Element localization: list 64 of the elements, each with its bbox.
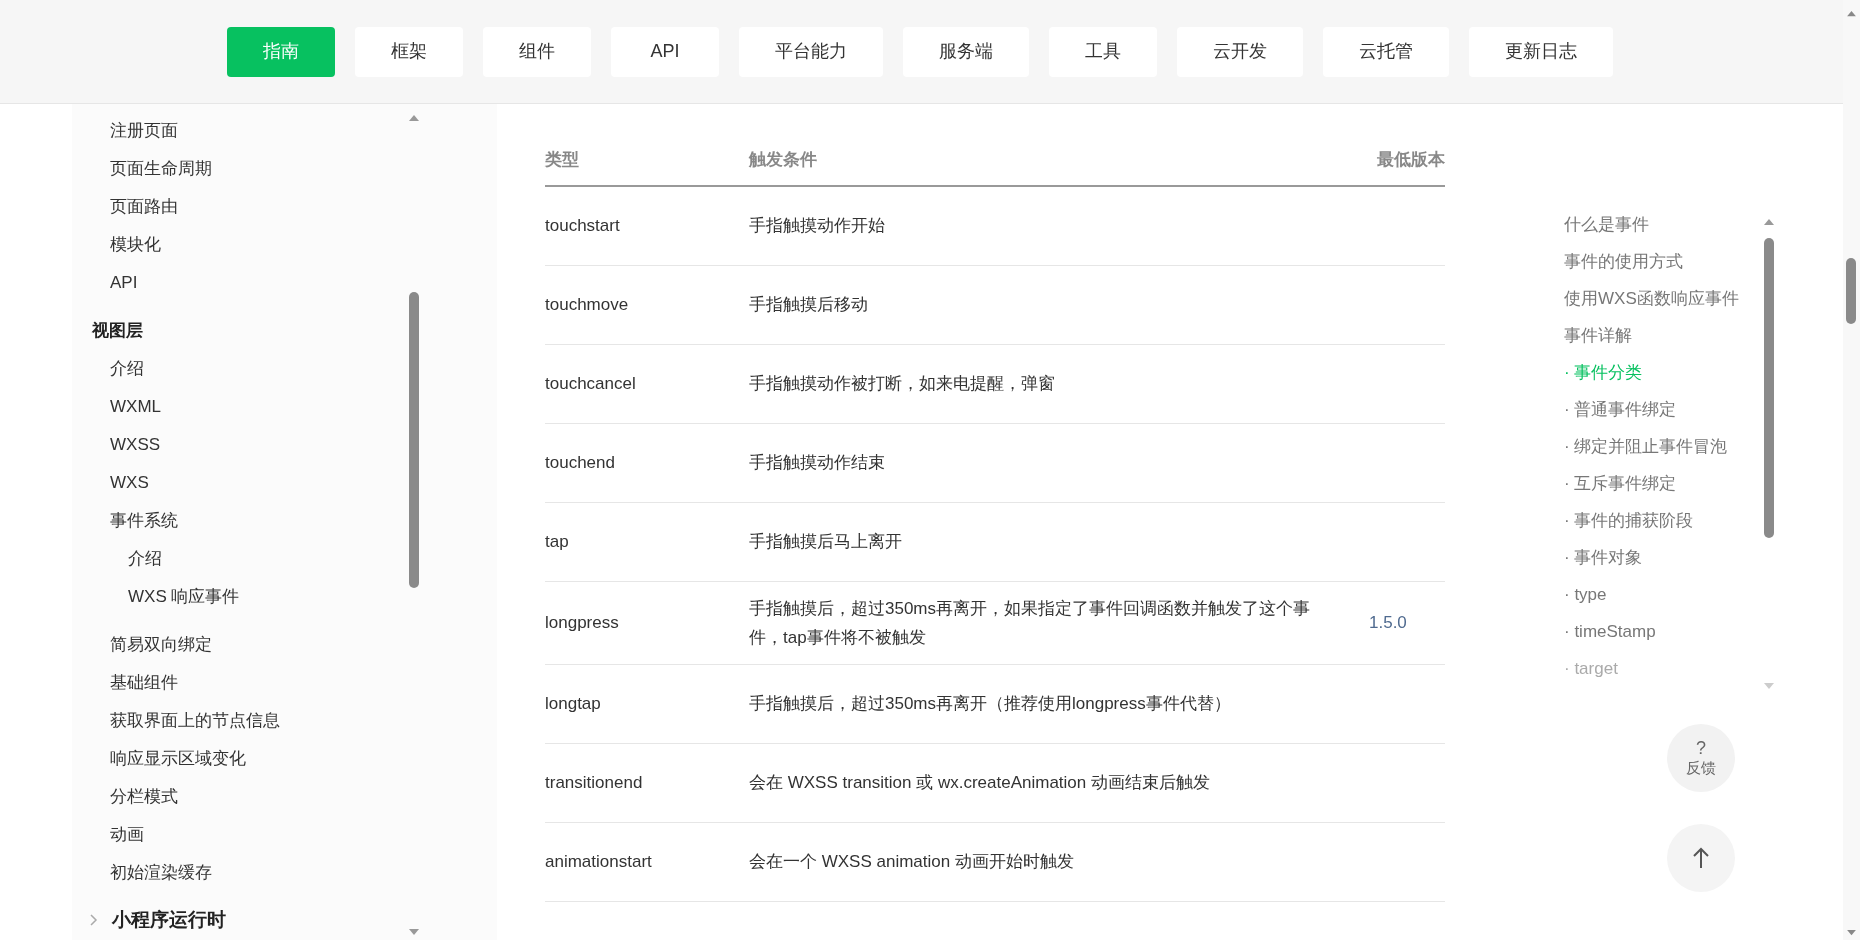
- sidebar-item[interactable]: 模块化: [74, 226, 497, 264]
- table-cell: animationstart: [545, 852, 652, 871]
- table-cell: 会在 WXSS transition 或 wx.createAnimation 动画结束后触发: [749, 773, 1210, 792]
- nav-tab[interactable]: 框架: [355, 26, 463, 77]
- sidebar-item[interactable]: 初始渲染缓存: [74, 854, 497, 892]
- table-cell: 手指触摸动作开始: [749, 216, 885, 236]
- nav-tab[interactable]: 云开发: [1177, 26, 1303, 77]
- table-cell: touchcancel: [545, 374, 636, 393]
- sidebar-item[interactable]: 事件系统: [74, 502, 497, 540]
- sidebar-item[interactable]: WXS 响应事件: [74, 578, 497, 616]
- table-cell: 手指触摸后移动: [749, 295, 868, 314]
- sidebar-item[interactable]: 页面路由: [74, 188, 497, 226]
- table-cell: 手指触摸后马上离开: [749, 532, 902, 551]
- sidebar-item[interactable]: 介绍: [74, 540, 497, 578]
- table-cell: touchstart: [545, 216, 620, 236]
- nav-tab[interactable]: 工具: [1049, 26, 1157, 77]
- table-cell: touchend: [545, 453, 615, 472]
- nav-tab[interactable]: 服务端: [903, 26, 1029, 77]
- nav-tab[interactable]: 组件: [483, 26, 591, 77]
- sidebar-item[interactable]: 分栏模式: [74, 778, 497, 816]
- table-cell: 手指触摸动作被打断，如来电提醒，弹窗: [749, 374, 1055, 393]
- table-cell: 1.5.0: [1369, 613, 1407, 632]
- sidebar-section[interactable]: 小程序运行时: [112, 905, 226, 935]
- column-header: 触发条件: [749, 149, 817, 169]
- table-cell: longtap: [545, 694, 601, 713]
- sidebar-item[interactable]: 响应显示区域变化: [74, 740, 497, 778]
- sidebar-item[interactable]: 注册页面: [74, 112, 497, 150]
- sidebar-item[interactable]: WXML: [74, 388, 497, 426]
- sidebar-item[interactable]: API: [74, 264, 497, 302]
- table-cell: 会在一个 WXSS animation 动画开始时触发: [749, 852, 1074, 871]
- table-cell: longpress: [545, 613, 619, 632]
- table-cell: 手指触摸动作结束: [749, 453, 885, 472]
- toc-link[interactable]: 什么是事件: [1564, 206, 1649, 243]
- column-header: 最低版本: [1377, 149, 1445, 169]
- toc-link[interactable]: 使用WXS函数响应事件: [1564, 280, 1739, 317]
- toc-link[interactable]: · 事件的捕获阶段: [1564, 502, 1694, 539]
- sidebar-item[interactable]: WXS: [74, 464, 497, 502]
- table-cell: transitionend: [545, 773, 643, 792]
- nav-tab[interactable]: 更新日志: [1469, 26, 1613, 77]
- column-header: 类型: [545, 149, 579, 169]
- toc-link[interactable]: · 普通事件绑定: [1564, 391, 1677, 428]
- feedback-button[interactable]: ? 反馈: [1667, 724, 1735, 792]
- table-cell: touchmove: [545, 295, 629, 314]
- toc-link[interactable]: 事件的使用方式: [1564, 243, 1683, 280]
- sidebar-item[interactable]: 介绍: [74, 350, 497, 388]
- toc-link[interactable]: · 事件对象: [1564, 539, 1643, 576]
- table-cell: 手指触摸后，超过350ms再离开，如果指定了事件回调函数并触发了这个事件，tap事件将不被触发: [749, 598, 1311, 647]
- table-cell: 手指触摸后，超过350ms再离开（推荐使用longpress事件代替）: [749, 694, 1231, 713]
- toc-link[interactable]: · 绑定并阻止事件冒泡: [1564, 428, 1728, 465]
- table-cell: tap: [545, 532, 569, 551]
- toc-link[interactable]: 事件详解: [1564, 317, 1632, 354]
- sidebar-item[interactable]: 简易双向绑定: [74, 626, 497, 664]
- nav-tab[interactable]: 平台能力: [739, 26, 883, 77]
- nav-tab[interactable]: API: [611, 26, 719, 77]
- sidebar-item[interactable]: 页面生命周期: [74, 150, 497, 188]
- sidebar-item[interactable]: 获取界面上的节点信息: [74, 702, 497, 740]
- toc-link[interactable]: · 互斥事件绑定: [1564, 465, 1677, 502]
- sidebar-item[interactable]: 动画: [74, 816, 497, 854]
- sidebar-item[interactable]: 基础组件: [74, 664, 497, 702]
- sidebar-heading[interactable]: 视图层: [74, 312, 497, 350]
- toc-link[interactable]: · timeStamp: [1564, 613, 1656, 650]
- sidebar-item[interactable]: WXSS: [74, 426, 497, 464]
- nav-tab[interactable]: 云托管: [1323, 26, 1449, 77]
- toc-link[interactable]: · type: [1564, 576, 1607, 613]
